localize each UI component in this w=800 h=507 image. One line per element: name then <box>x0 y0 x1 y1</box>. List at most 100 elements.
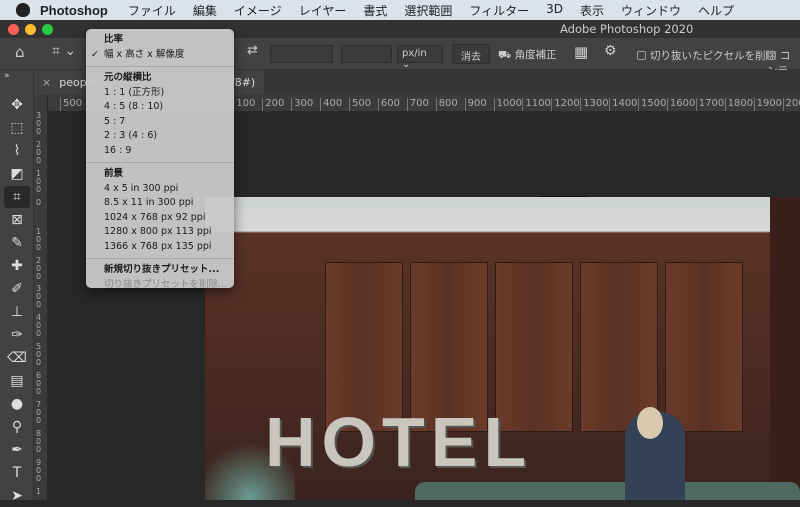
menu-item[interactable]: 3D <box>546 2 563 19</box>
new-preset-menu-item[interactable]: 新規切り抜きプリセット... <box>86 263 234 278</box>
menu-item-preset[interactable]: 4 x 5 in 300 ppi <box>86 182 234 197</box>
healing-tool-icon[interactable]: ✚ <box>4 255 30 277</box>
menu-item-preset[interactable]: ✓幅 x 高さ x 解像度 <box>86 48 234 63</box>
close-tab-icon[interactable]: × <box>42 76 51 89</box>
menu-item-label: 1280 x 800 px 113 ppi <box>104 226 212 237</box>
menu-section-header: 元の縦横比 <box>86 71 234 86</box>
menu-item-preset[interactable]: 8.5 x 11 in 300 ppi <box>86 196 234 211</box>
menu-item-preset[interactable]: 5 : 7 <box>86 115 234 130</box>
ruler-label: 400 <box>36 314 44 338</box>
grid-overlay-icon[interactable]: ▦ <box>574 43 588 61</box>
menu-item-label: 8.5 x 11 in 300 ppi <box>104 197 193 208</box>
frame-tool-icon[interactable]: ⊠ <box>4 209 30 231</box>
level-icon: ⛟ <box>498 49 511 61</box>
gradient-tool-icon[interactable]: ▤ <box>4 370 30 392</box>
blur-tool-icon[interactable]: ● <box>4 393 30 415</box>
marquee-tool-icon[interactable]: ⬚ <box>4 117 30 139</box>
resolution-input[interactable] <box>341 45 392 63</box>
gear-icon[interactable]: ⚙ <box>604 43 617 59</box>
brush-tool-icon[interactable]: ✐ <box>4 278 30 300</box>
height-input[interactable] <box>270 45 333 63</box>
menu-item[interactable]: フィルター <box>469 2 529 19</box>
menu-section-header: 前景 <box>86 167 234 182</box>
collapse-icon[interactable]: » <box>4 71 10 81</box>
path-select-tool-icon[interactable]: ➤ <box>4 485 30 507</box>
document-image: HOTEL <box>205 197 800 500</box>
menu-item-label: 1 : 1 (正方形) <box>104 87 164 98</box>
crop-preset-menu: 比率✓幅 x 高さ x 解像度元の縦横比1 : 1 (正方形)4 : 5 (8 … <box>86 29 234 288</box>
menu-item[interactable]: ヘルプ <box>698 2 734 19</box>
menu-item[interactable]: レイヤー <box>299 2 347 19</box>
menu-item[interactable]: ウィンドウ <box>621 2 681 19</box>
menu-app[interactable]: Photoshop <box>40 3 108 18</box>
ruler-label: 0 <box>36 199 44 207</box>
tools-panel: » ✥⬚⌇◩⌗⊠✎✚✐⊥✑⌫▤●⚲✒T➤ <box>0 70 34 500</box>
zoom-window-button[interactable] <box>42 24 53 35</box>
eyedropper-tool-icon[interactable]: ✎ <box>4 232 30 254</box>
dodge-tool-icon[interactable]: ⚲ <box>4 416 30 438</box>
ruler-label: 300 <box>36 285 44 309</box>
menu-item-label: 幅 x 高さ x 解像度 <box>104 49 184 60</box>
menu-item-preset[interactable]: 2 : 3 (4 : 6) <box>86 129 234 144</box>
ruler-label: 100 <box>36 170 44 194</box>
stamp-tool-icon[interactable]: ⊥ <box>4 301 30 323</box>
history-brush-tool-icon[interactable]: ✑ <box>4 324 30 346</box>
menu-item-label: 1366 x 768 px 135 ppi <box>104 241 212 252</box>
ruler-label: 600 <box>36 372 44 396</box>
move-tool-icon[interactable]: ✥ <box>4 94 30 116</box>
ruler-label: 1800 <box>725 98 753 111</box>
ruler-label: 400 <box>320 98 342 111</box>
menu-item-label: 16 : 9 <box>104 145 131 156</box>
ruler-label: 1100 <box>522 98 550 111</box>
ruler-label: 1500 <box>638 98 666 111</box>
ruler-label: 900 <box>36 459 44 483</box>
ruler-label: 1700 <box>696 98 724 111</box>
menu-item[interactable]: ファイル <box>128 2 176 19</box>
menu-item-preset[interactable]: 1024 x 768 px 92 ppi <box>86 211 234 226</box>
eraser-tool-icon[interactable]: ⌫ <box>4 347 30 369</box>
menu-separator <box>86 258 234 259</box>
ruler-label: 900 <box>465 98 487 111</box>
delete-preset-menu-item: 切り抜きプリセットを削除... <box>86 278 234 293</box>
unit-select[interactable]: px/in ⌄ <box>397 45 443 63</box>
vertical-ruler: 30020010001002003004005006007008009001 <box>34 95 48 500</box>
menu-item-preset[interactable]: 16 : 9 <box>86 144 234 159</box>
straighten-button[interactable]: ⛟ 角度補正 <box>498 47 557 63</box>
home-icon[interactable]: ⌂ <box>15 43 25 61</box>
type-tool-icon[interactable]: T <box>4 462 30 484</box>
apple-icon[interactable] <box>16 3 30 17</box>
ruler-label: 800 <box>436 98 458 111</box>
object-select-tool-icon[interactable]: ◩ <box>4 163 30 185</box>
ruler-label: 100 <box>36 228 44 252</box>
menu-item-preset[interactable]: 1280 x 800 px 113 ppi <box>86 225 234 240</box>
ruler-label: 1400 <box>609 98 637 111</box>
menu-item-preset[interactable]: 1 : 1 (正方形) <box>86 86 234 101</box>
menu-item-preset[interactable]: 1366 x 768 px 135 ppi <box>86 240 234 255</box>
ruler-label: 200 <box>262 98 284 111</box>
clear-button[interactable]: 消去 <box>452 44 490 64</box>
menu-item[interactable]: イメージ <box>234 2 282 19</box>
lasso-tool-icon[interactable]: ⌇ <box>4 140 30 162</box>
menu-item-preset[interactable]: 4 : 5 (8 : 10) <box>86 100 234 115</box>
ruler-label: 1000 <box>494 98 522 111</box>
ruler-label: 1900 <box>754 98 782 111</box>
ruler-label: 200 <box>36 141 44 165</box>
crop-preset-icon[interactable]: ⌗ ⌄ <box>52 43 76 59</box>
menu-item[interactable]: 書式 <box>363 2 387 19</box>
menu-item[interactable]: 編集 <box>193 2 217 19</box>
minimize-window-button[interactable] <box>25 24 36 35</box>
ruler-label: 300 <box>36 112 44 136</box>
pen-tool-icon[interactable]: ✒ <box>4 439 30 461</box>
ruler-label: 1200 <box>551 98 579 111</box>
close-window-button[interactable] <box>8 24 19 35</box>
ruler-label: 500 <box>60 98 82 111</box>
ruler-label: 1600 <box>667 98 695 111</box>
delete-cropped-checkbox[interactable]: 切り抜いたピクセルを削除 <box>637 48 776 63</box>
menu-item-label: 2 : 3 (4 : 6) <box>104 130 157 141</box>
menu-separator <box>86 162 234 163</box>
crop-tool-icon[interactable]: ⌗ <box>4 186 30 208</box>
hotel-sign: HOTEL <box>265 402 532 482</box>
menu-item[interactable]: 表示 <box>580 2 604 19</box>
swap-icon[interactable]: ⇄ <box>247 43 258 58</box>
menu-item[interactable]: 選択範囲 <box>404 2 452 19</box>
